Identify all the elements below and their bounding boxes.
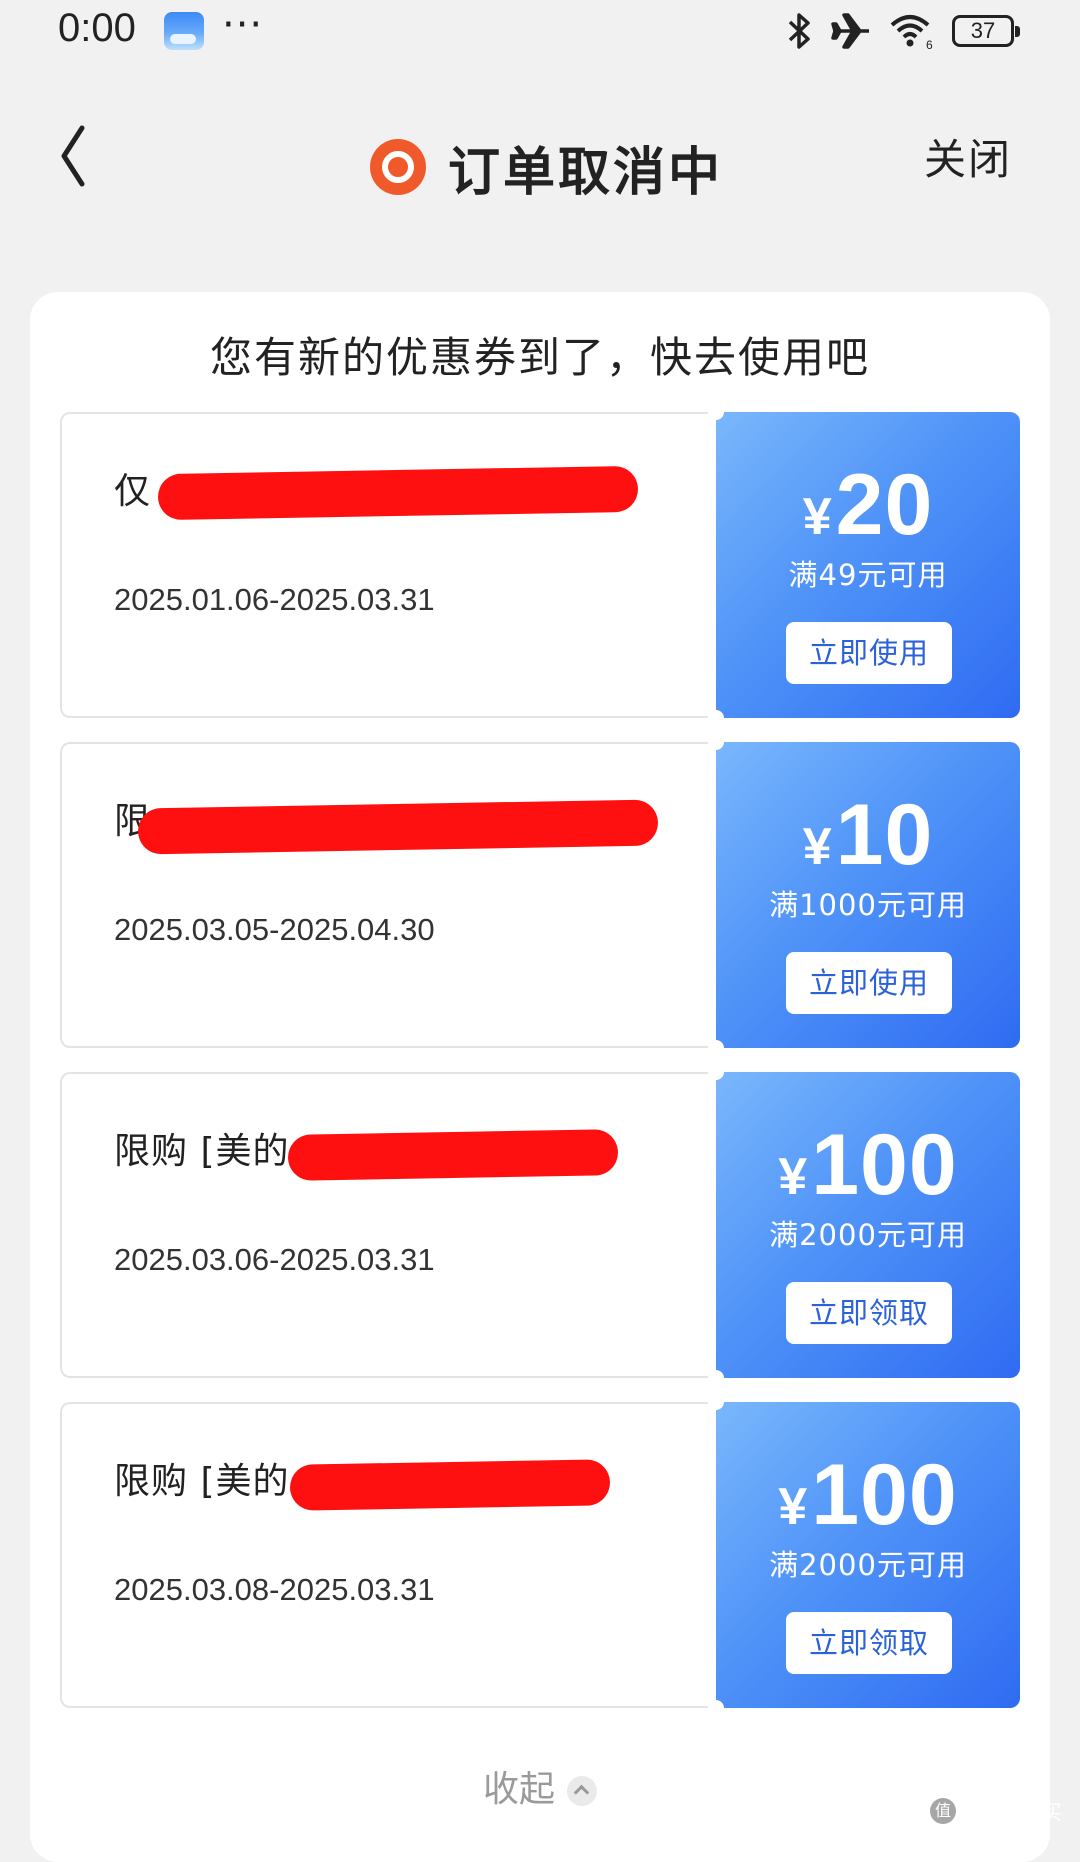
- coupon-notch: [708, 1394, 724, 1410]
- coupon-info: 仅 … 2025.01.06-2025.03.31: [60, 412, 716, 718]
- currency-symbol: ¥: [778, 1148, 808, 1206]
- watermark: 值 什么值得买: [930, 1796, 1062, 1825]
- chevron-up-icon: [567, 1776, 597, 1806]
- wifi-icon: 6: [890, 15, 933, 51]
- watermark-badge: 值: [930, 1797, 956, 1824]
- coupon-amount: ¥20: [716, 456, 1020, 555]
- coupon-info: 限购 [美的 品 2025.03.08-2025.03.31: [60, 1402, 716, 1708]
- coupon-notch: [708, 1040, 724, 1056]
- airplane-icon: [831, 13, 869, 49]
- amount-value: 20: [835, 457, 934, 553]
- coupon-panel: 您有新的优惠券到了，快去使用吧 仅 … 2025.01.06-2025.03.3…: [30, 292, 1050, 1862]
- bluetooth-icon: [788, 13, 810, 49]
- battery-icon: 37: [952, 15, 1020, 47]
- cancel-status-icon: [370, 139, 426, 195]
- coupon-info: 限 2025.03.05-2025.04.30: [60, 742, 716, 1048]
- top-nav: 订单取消中 关闭: [0, 100, 1080, 230]
- back-icon: [61, 125, 85, 187]
- coupon-value-section: ¥100 满2000元可用 立即领取: [716, 1402, 1020, 1708]
- use-now-button[interactable]: 立即使用: [786, 952, 952, 1014]
- status-time: 0:00: [58, 6, 136, 50]
- coupon-notch: [708, 710, 724, 726]
- coupon-validity: 2025.01.06-2025.03.31: [114, 582, 435, 617]
- coupon-value-section: ¥100 满2000元可用 立即领取: [716, 1072, 1020, 1378]
- photo-icon: [164, 12, 204, 50]
- coupon-info: 限购 [美的 … 2025.03.06-2025.03.31: [60, 1072, 716, 1378]
- currency-symbol: ¥: [802, 818, 832, 876]
- currency-symbol: ¥: [778, 1478, 808, 1536]
- coupon-card[interactable]: 限购 [美的 品 2025.03.08-2025.03.31 ¥100 满200…: [60, 1394, 1020, 1716]
- coupon-value-section: ¥10 满1000元可用 立即使用: [716, 742, 1020, 1048]
- amount-value: 100: [811, 1447, 958, 1543]
- coupon-notch: [708, 1700, 724, 1716]
- coupon-amount: ¥100: [716, 1116, 1020, 1215]
- coupon-notch: [708, 734, 724, 750]
- coupon-notch: [708, 1370, 724, 1386]
- more-notifications-icon: ···: [222, 2, 264, 48]
- coupon-card[interactable]: 仅 … 2025.01.06-2025.03.31 ¥20 满49元可用 立即使…: [60, 404, 1020, 726]
- coupon-card[interactable]: 限购 [美的 … 2025.03.06-2025.03.31 ¥100 满200…: [60, 1064, 1020, 1386]
- back-button[interactable]: [50, 118, 110, 198]
- collapse-label: 收起: [482, 1769, 555, 1810]
- coupon-condition: 满49元可用: [788, 558, 948, 592]
- page-title-group: 订单取消中: [370, 130, 723, 204]
- claim-now-button[interactable]: 立即领取: [786, 1282, 952, 1344]
- coupon-validity: 2025.03.05-2025.04.30: [114, 912, 435, 947]
- coupon-card[interactable]: 限 2025.03.05-2025.04.30 ¥10 满1000元可用 立即使…: [60, 734, 1020, 1056]
- collapse-button[interactable]: 收起: [30, 1760, 1050, 1812]
- close-button[interactable]: 关闭: [924, 126, 1012, 187]
- coupon-condition: 满2000元可用: [769, 1218, 967, 1252]
- redaction-mark: [157, 465, 639, 521]
- watermark-text: 什么值得买: [962, 1800, 1062, 1824]
- currency-symbol: ¥: [802, 488, 832, 546]
- coupon-validity: 2025.03.08-2025.03.31: [114, 1572, 435, 1607]
- redaction-mark: [137, 799, 659, 855]
- coupon-validity: 2025.03.06-2025.03.31: [114, 1242, 435, 1277]
- panel-title: 您有新的优惠券到了，快去使用吧: [209, 333, 870, 382]
- coupon-value-section: ¥20 满49元可用 立即使用: [716, 412, 1020, 718]
- use-now-button[interactable]: 立即使用: [786, 622, 952, 684]
- status-bar: 0:00 ··· 6 37: [0, 0, 1080, 64]
- battery-level: 37: [970, 18, 996, 43]
- page-title: 订单取消中: [448, 142, 724, 203]
- amount-value: 100: [811, 1117, 958, 1213]
- coupon-condition: 满1000元可用: [769, 888, 967, 922]
- coupon-notch: [708, 1064, 724, 1080]
- coupon-amount: ¥10: [716, 786, 1020, 885]
- coupon-condition: 满2000元可用: [769, 1548, 967, 1582]
- redaction-mark: [289, 1459, 611, 1511]
- coupon-amount: ¥100: [716, 1446, 1020, 1545]
- claim-now-button[interactable]: 立即领取: [786, 1612, 952, 1674]
- svg-text:6: 6: [926, 38, 933, 51]
- amount-value: 10: [835, 787, 934, 883]
- redaction-mark: [287, 1129, 619, 1181]
- coupon-notch: [708, 404, 724, 420]
